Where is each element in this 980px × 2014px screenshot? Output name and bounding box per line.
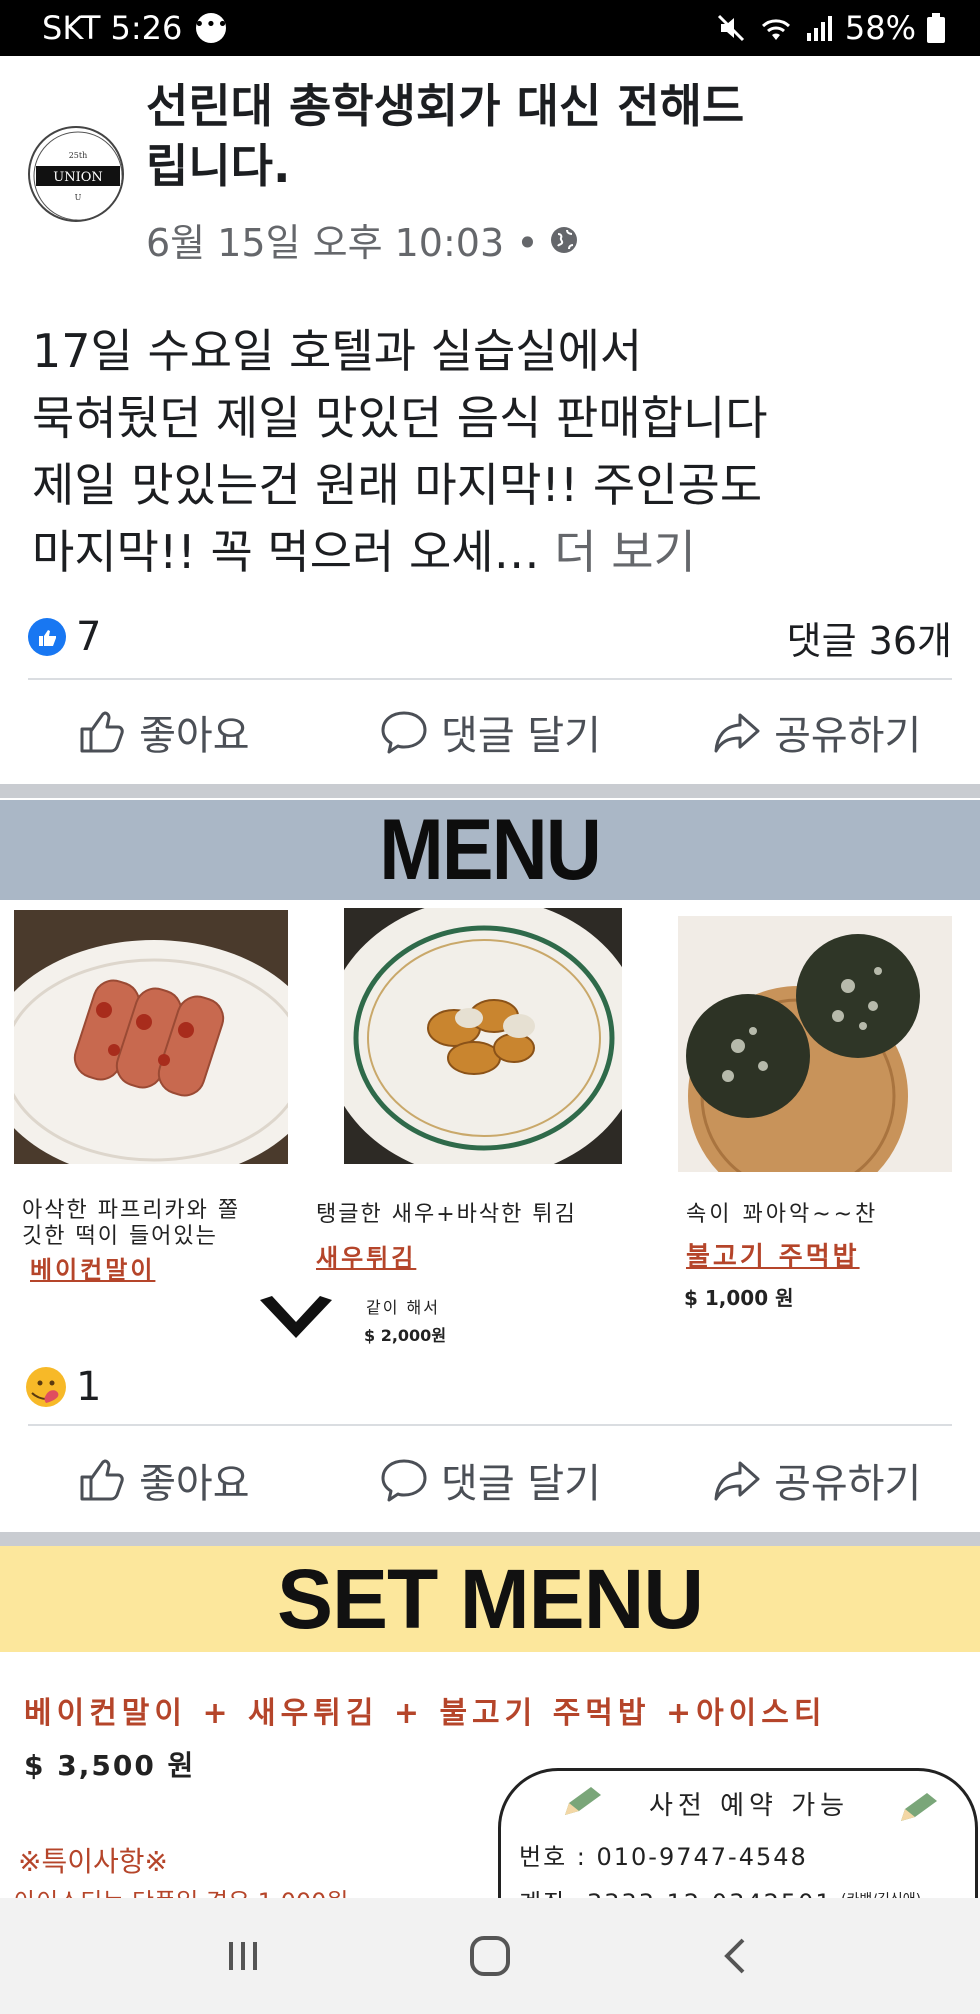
share-icon <box>714 713 760 753</box>
bacon-roll-photo <box>14 910 288 1164</box>
reservation-title: 사전 예약 가능 <box>649 1791 850 1821</box>
comment-icon <box>381 711 427 754</box>
back-icon <box>723 1938 745 1974</box>
like-button[interactable]: 좋아요 <box>0 1451 327 1509</box>
comment-icon <box>381 1459 427 1502</box>
set-price: $ 3,500 원 <box>24 1749 196 1782</box>
like-label: 좋아요 <box>139 713 250 759</box>
globe-icon <box>550 226 577 253</box>
share-button[interactable]: 공유하기 <box>653 1451 980 1509</box>
notice-text: 아이스티는 단품일 경우 1,000원 <box>14 1882 348 1898</box>
home-icon <box>469 1936 510 1976</box>
comment-button[interactable]: 댓글 달기 <box>327 703 654 761</box>
post-separator <box>0 784 980 798</box>
menu-image[interactable]: MENU 아삭한 파프리카와 쫄 깃한 떡이 들어있는 베이컨말이 탱글한 새우… <box>0 800 980 1348</box>
svg-text:25th: 25th <box>69 151 88 160</box>
system-navigation-bar <box>0 1898 980 2014</box>
pencil-icon <box>901 1793 937 1821</box>
post-text-line: 제일 맛있는건 원래 마지막!! 주인공도 <box>32 458 763 512</box>
status-bar: SKT 5:26 ••• 58% <box>0 0 980 56</box>
page-avatar[interactable]: UNION 25th U <box>28 126 124 222</box>
comment-count[interactable]: 댓글 36개 <box>787 610 952 665</box>
share-icon <box>714 1461 760 1501</box>
post-text-line-last: 마지막!! 꼭 먹으러 오세… 더 보기 <box>32 525 696 579</box>
like-count: 7 <box>76 614 102 660</box>
item3-description: 속이 꽈아악~~찬 <box>686 1202 879 1227</box>
item2-description: 탱글한 새우+바삭한 튀김 <box>316 1202 577 1227</box>
reservation-account: 계좌 :3333-12-0342501 <box>519 1883 833 1898</box>
see-more-link[interactable]: 더 보기 <box>554 525 696 579</box>
message-notification-icon: ••• <box>194 13 228 43</box>
like-button[interactable]: 좋아요 <box>0 703 327 761</box>
rice-ball-photo <box>678 916 952 1172</box>
recent-apps-icon <box>229 1942 258 1970</box>
share-label: 공유하기 <box>774 713 922 759</box>
reservation-phone: 번호 : 010-9747-4548 <box>519 1843 808 1871</box>
comment-label: 댓글 달기 <box>441 713 601 759</box>
together-label: 같이 해서 <box>366 1298 440 1317</box>
recent-apps-button[interactable] <box>203 1916 283 1996</box>
comment-button[interactable]: 댓글 달기 <box>327 1451 654 1509</box>
post-text-line: 묵혀뒀던 제일 맛있던 음식 판매합니다 <box>32 391 768 445</box>
set-menu-image[interactable]: SET MENU 베이컨말이 + 새우튀김 + 불고기 주먹밥 +아이스티 $ … <box>0 1546 980 1898</box>
item3-price: $ 1,000 원 <box>684 1286 794 1310</box>
post-text-line: 17일 수요일 호텔과 실습실에서 <box>32 324 643 378</box>
reaction-count: 1 <box>76 1364 102 1410</box>
pencil-icon <box>565 1787 601 1815</box>
chevron-down-icon <box>260 1296 332 1338</box>
care-reaction-icon <box>26 1367 66 1407</box>
back-button[interactable] <box>697 1916 777 1996</box>
carrier-time: SKT 5:26 <box>42 9 183 47</box>
post-timestamp[interactable]: 6월 15일 오후 10:03 • <box>146 212 579 267</box>
reservation-account-holder: (카뱅/김신애) <box>841 1889 921 1898</box>
like-reaction-icon <box>28 618 66 656</box>
wifi-icon <box>761 19 790 40</box>
post-separator <box>0 1532 980 1546</box>
share-label: 공유하기 <box>774 1461 922 1507</box>
reactions-summary[interactable]: 1 <box>26 1364 101 1410</box>
mute-icon <box>717 14 744 42</box>
notice-title: ※특이사항※ <box>18 1845 168 1878</box>
reservation-box: 사전 예약 가능 번호 : 010-9747-4548 계좌 :3333-12-… <box>498 1768 978 1898</box>
item1-description-line2: 깃한 떡이 들어있는 <box>22 1224 218 1249</box>
comment-label: 댓글 달기 <box>441 1461 601 1507</box>
signal-icon <box>806 16 832 41</box>
together-price: $ 2,000원 <box>364 1326 447 1345</box>
reactions-summary[interactable]: 7 댓글 36개 <box>28 610 952 665</box>
thumbs-up-icon <box>80 1459 124 1501</box>
set-menu-banner: SET MENU <box>0 1546 980 1652</box>
item2-name: 새우튀김 <box>316 1244 417 1272</box>
share-button[interactable]: 공유하기 <box>653 703 980 761</box>
battery-percent: 58% <box>844 9 916 47</box>
post-actions: 좋아요 댓글 달기 공유하기 <box>0 1432 980 1528</box>
item1-name: 베이컨말이 <box>30 1256 156 1284</box>
battery-icon <box>927 13 945 43</box>
thumbs-up-icon <box>80 711 124 753</box>
post-actions: 좋아요 댓글 달기 공유하기 <box>0 684 980 780</box>
post-header: UNION 25th U 선린대 총학생회가 대신 전해드립니다. 6월 15일… <box>0 56 980 286</box>
item3-name: 불고기 주먹밥 <box>686 1242 860 1272</box>
divider <box>28 678 952 680</box>
page-name[interactable]: 선린대 총학생회가 대신 전해드립니다. <box>146 76 746 196</box>
home-button[interactable] <box>450 1916 530 1996</box>
svg-text:U: U <box>75 193 82 202</box>
set-menu-banner-title: SET MENU <box>276 1551 704 1646</box>
svg-text:UNION: UNION <box>53 170 103 185</box>
divider <box>28 1424 952 1426</box>
post-body: 17일 수요일 호텔과 실습실에서 묵혀뒀던 제일 맛있던 음식 판매합니다 제… <box>32 318 952 586</box>
timestamp-text: 6월 15일 오후 10:03 • <box>146 221 539 265</box>
set-combo: 베이컨말이 + 새우튀김 + 불고기 주먹밥 +아이스티 <box>24 1696 827 1731</box>
like-label: 좋아요 <box>139 1461 250 1507</box>
fried-shrimp-photo <box>344 908 622 1164</box>
menu-banner-title: MENU <box>379 801 602 898</box>
menu-banner: MENU <box>0 800 980 900</box>
